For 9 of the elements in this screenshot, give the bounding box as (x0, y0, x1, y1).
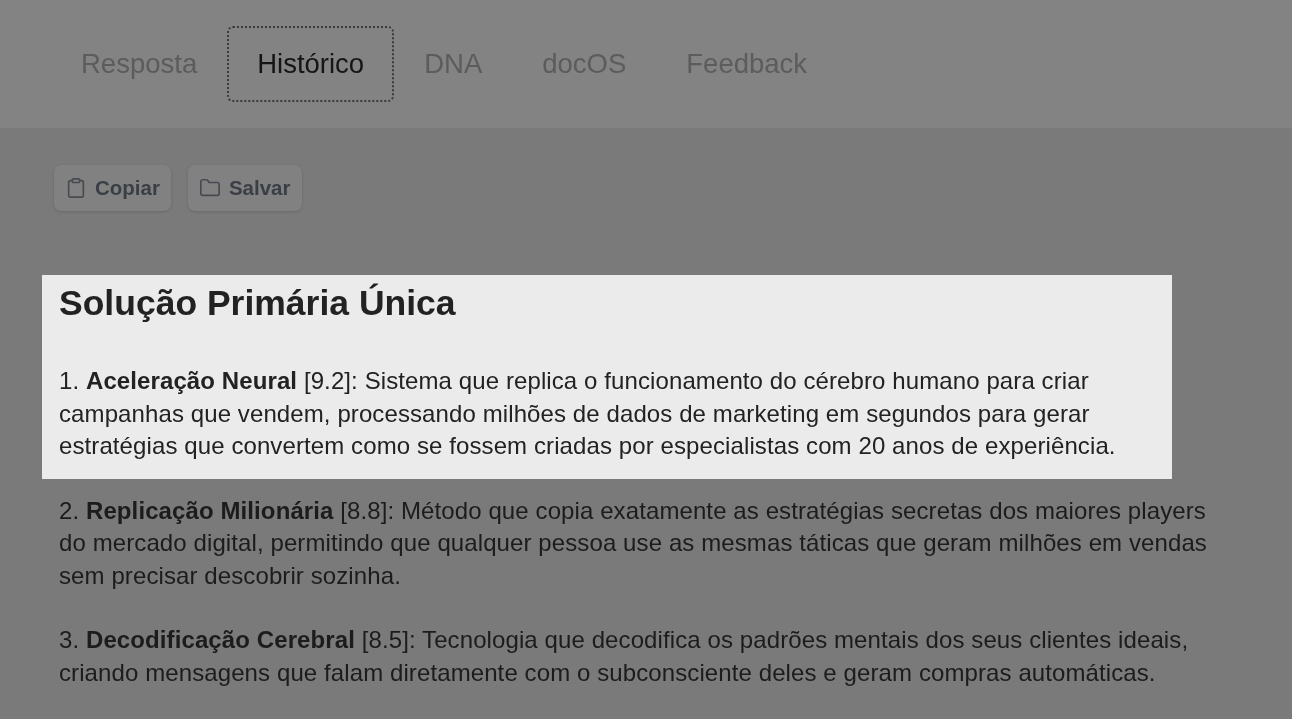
tab[interactable]: Histórico (227, 26, 395, 102)
list-item-text: 1. Aceleração Neural [9.2]: Sistema que replica o funcionamento do cérebro humano para criar campanhas que vendem, processando milhões de dados de marketing em segundos para gerar estratégias que convertem como se fossem criadas por especialistas com 20 anos de experiência. (59, 366, 1117, 461)
list-item-text: 3. Decodificação Cerebral [8.5]: Tecnologia que decodifica os padrões mentais dos seus clientes ideais, criando mensagens que falam diretamente com o subconsciente deles e geram compras automáticas. (59, 625, 1190, 688)
save-button[interactable]: Salvar (187, 165, 302, 211)
copy-button[interactable]: Copiar (54, 165, 171, 211)
clipboard-icon (65, 177, 87, 199)
section-heading: Solução Primária Única (59, 283, 457, 323)
folder-icon (198, 177, 221, 199)
list-item-text: 2. Replicação Milionária [8.8]: Método que copia exatamente as estratégias secretas dos maiores players do mercado digital, permitindo que qualquer pessoa use as mesmas táticas que geram milhões em vendas sem precisar descobrir sozinha. (59, 495, 1208, 591)
